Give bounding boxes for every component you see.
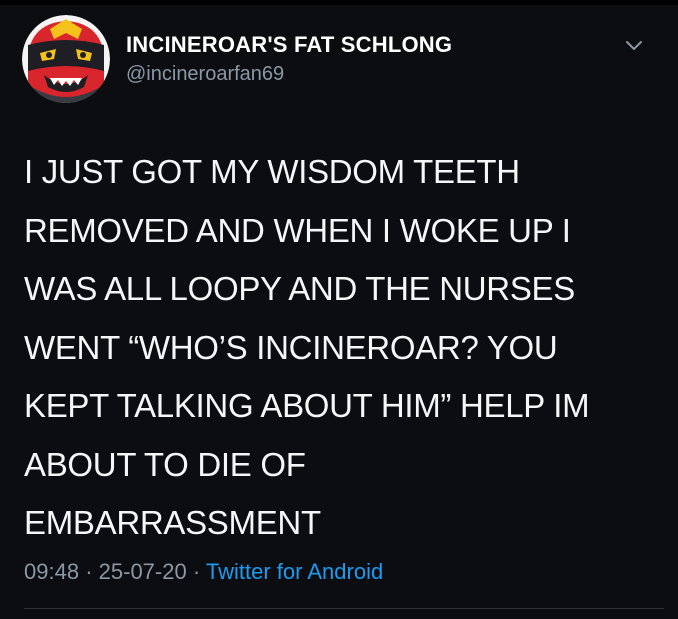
- tweet-card: INCINEROAR'S FAT SCHLONG @incineroarfan6…: [0, 0, 678, 619]
- tweet-time[interactable]: 09:48: [24, 559, 79, 584]
- incineroar-avatar-icon: [22, 15, 110, 103]
- tweet-text: I JUST GOT MY WISDOM TEETH REMOVED AND W…: [24, 153, 590, 541]
- user-handle[interactable]: @incineroarfan69: [126, 63, 284, 86]
- tweet-source-link[interactable]: Twitter for Android: [206, 559, 383, 584]
- avatar[interactable]: [22, 15, 110, 103]
- tweet-metadata: 09:48 · 25-07-20 · Twitter for Android: [24, 559, 383, 585]
- divider: [24, 608, 664, 609]
- chevron-down-icon[interactable]: [622, 36, 646, 56]
- separator-dot: ·: [85, 559, 93, 584]
- tweet-date[interactable]: 25-07-20: [99, 559, 187, 584]
- separator-dot: ·: [192, 559, 201, 584]
- display-name[interactable]: INCINEROAR'S FAT SCHLONG: [126, 32, 452, 58]
- top-border: [0, 0, 678, 5]
